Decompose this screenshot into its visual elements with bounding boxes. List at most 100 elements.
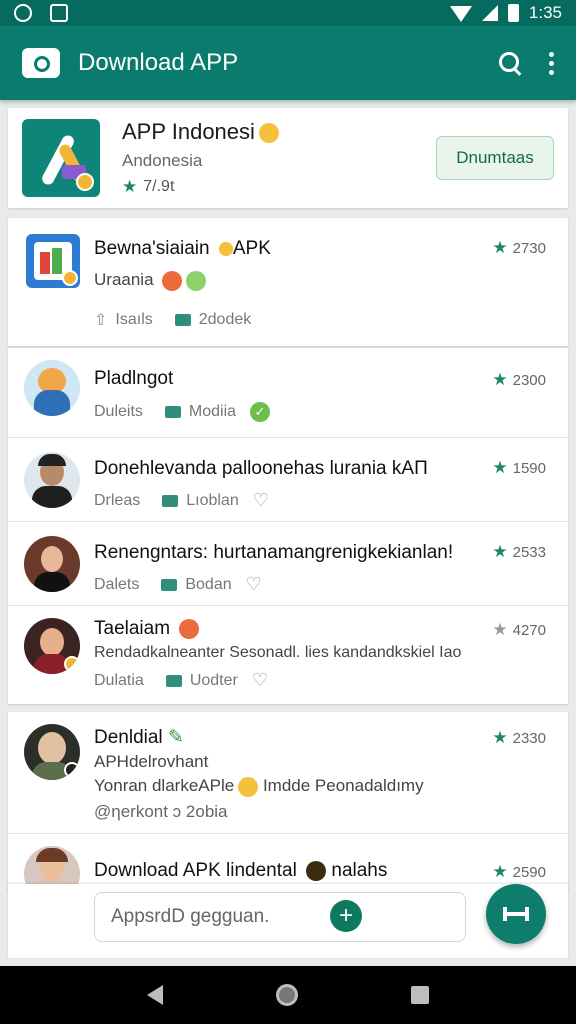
avatar xyxy=(24,452,80,508)
camera-icon xyxy=(22,48,60,78)
tag-icon xyxy=(164,406,181,418)
meta-label: Duleits xyxy=(94,403,143,420)
app-subtitle: Uraania xyxy=(94,270,154,289)
star-icon: ★ xyxy=(492,458,508,477)
upload-icon: ⇧ xyxy=(94,312,108,329)
download-button[interactable]: Dnumtaas xyxy=(436,136,554,180)
app-title: Denldial xyxy=(94,727,163,748)
app-description-suffix: Imdde Peonadaldımy xyxy=(262,776,424,795)
meta-value: Lıoblan xyxy=(186,491,239,509)
tag-icon xyxy=(161,578,178,591)
heart-icon[interactable]: ♡ xyxy=(246,574,262,595)
app-title: Renengntars: hurtanamangrenigkekianlan! xyxy=(94,542,454,563)
avatar xyxy=(24,724,80,780)
app-card[interactable]: Bewna'siaiain APK Uraania ⇧ Isaıls 2dode… xyxy=(8,218,568,346)
emoji-icon xyxy=(306,860,327,881)
composer-bar: AppsrdD gegguan. + xyxy=(8,884,568,958)
meta-label: Dalets xyxy=(94,575,140,593)
signal-icon xyxy=(481,5,498,21)
meta-label: Dulatia xyxy=(94,671,144,689)
avatar xyxy=(24,618,80,674)
smile-emoji-icon xyxy=(258,123,279,144)
rating-value: 2300 xyxy=(512,371,546,389)
app-list-card: Pladlngot Duleits Modiia ✓ ★ 2300 Donehle… xyxy=(8,348,568,704)
rating-value: 2533 xyxy=(512,543,546,561)
grin-emoji-icon xyxy=(186,270,207,291)
app-description: Rendadkalneanter Sesonadl. lies kandandk… xyxy=(94,644,462,661)
rating-value: 2330 xyxy=(512,729,546,747)
star-icon: ★ xyxy=(492,862,508,881)
app-title-suffix: APK xyxy=(232,238,271,259)
app-subtitle: APHdelrovhant xyxy=(94,752,209,771)
app-title: Bewna'siaiain xyxy=(94,238,210,259)
avatar xyxy=(24,536,80,592)
app-title: Download APP xyxy=(78,49,239,76)
rating-value: 2590 xyxy=(512,863,546,881)
tag-icon xyxy=(162,494,179,507)
list-item[interactable]: Taelaiam Rendadkalneanter Sesonadl. lies… xyxy=(8,606,568,704)
app-title: Taelaiam xyxy=(94,618,171,639)
featured-rating: 7/.9t xyxy=(143,178,175,195)
more-options-icon[interactable] xyxy=(549,51,554,75)
app-list-card: Denldial ✎ APHdelrovhant Yonran dlarkeAP… xyxy=(8,712,568,902)
meta-value: Modiia xyxy=(188,403,237,420)
search-icon[interactable] xyxy=(497,50,523,76)
meta-label: Drleas xyxy=(94,491,141,509)
rating-value: 1590 xyxy=(512,459,546,477)
star-icon: ★ xyxy=(492,542,508,561)
cat-emoji-icon xyxy=(218,241,233,256)
wifi-icon xyxy=(449,6,472,22)
add-icon[interactable]: + xyxy=(330,900,362,932)
system-nav-bar xyxy=(0,966,576,1024)
app-title: Download APK lindental xyxy=(94,860,297,881)
pencil-icon: ✎ xyxy=(167,727,184,748)
app-handle: @ηerkont ↄ 2obia xyxy=(94,802,228,821)
meta-value: Uodter xyxy=(189,671,238,689)
star-icon: ★ xyxy=(122,177,138,196)
app-logo-icon xyxy=(22,119,100,197)
meta-value: Bodan xyxy=(185,575,232,593)
tag-icon xyxy=(174,314,191,326)
recent-apps-icon[interactable] xyxy=(411,986,430,1004)
avatar xyxy=(24,360,80,416)
search-input[interactable]: AppsrdD gegguan. xyxy=(94,892,466,942)
input-placeholder: AppsrdD gegguan. xyxy=(111,906,270,927)
back-icon[interactable] xyxy=(146,985,163,1005)
floating-action-button[interactable] xyxy=(486,884,546,944)
app-title: Pladlngot xyxy=(94,368,174,389)
list-item[interactable]: Denldial ✎ APHdelrovhant Yonran dlarkeAP… xyxy=(8,712,568,834)
rating-value: 4270 xyxy=(512,621,546,639)
list-item[interactable]: Pladlngot Duleits Modiia ✓ ★ 2300 xyxy=(8,348,568,438)
star-icon: ★ xyxy=(492,238,508,257)
fab-icon xyxy=(503,907,529,921)
status-time: 1:35 xyxy=(528,3,562,22)
home-icon[interactable] xyxy=(275,984,298,1006)
app-title-suffix: nalahs xyxy=(331,860,388,881)
star-icon: ★ xyxy=(492,620,508,639)
list-item[interactable]: Donehlevanda palloonehas lurania kAΠ Drl… xyxy=(8,438,568,522)
laugh-emoji-icon xyxy=(162,270,183,291)
sync-icon xyxy=(14,4,32,22)
tag-icon xyxy=(165,674,182,687)
app-bar: Download APP xyxy=(0,26,576,100)
status-bar: 1:35 xyxy=(0,0,576,26)
featured-title: APP Indonesi xyxy=(122,119,255,144)
battery-icon xyxy=(507,4,519,22)
rating-value: 2730 xyxy=(512,239,546,257)
star-icon: ★ xyxy=(492,370,508,389)
heart-icon[interactable]: ♡ xyxy=(252,670,268,691)
heart-eyes-emoji-icon xyxy=(179,618,200,639)
smile-emoji-icon xyxy=(238,776,259,797)
meta-label: Isaıls xyxy=(115,311,153,328)
image-icon xyxy=(50,4,68,22)
app-title: Donehlevanda palloonehas lurania kAΠ xyxy=(94,458,428,479)
check-icon: ✓ xyxy=(250,402,271,422)
heart-icon[interactable]: ♡ xyxy=(253,490,269,511)
star-icon: ★ xyxy=(492,728,508,747)
featured-app[interactable]: APP Indonesi Andonesia ★ 7/.9t Dnumtaas xyxy=(8,108,568,208)
app-icon xyxy=(26,234,80,288)
app-description: Yonran dlarkeAPle xyxy=(94,776,235,795)
meta-value: 2dodek xyxy=(198,311,252,328)
list-item[interactable]: Renengntars: hurtanamangrenigkekianlan! … xyxy=(8,522,568,606)
featured-subtitle: Andonesia xyxy=(122,151,203,170)
